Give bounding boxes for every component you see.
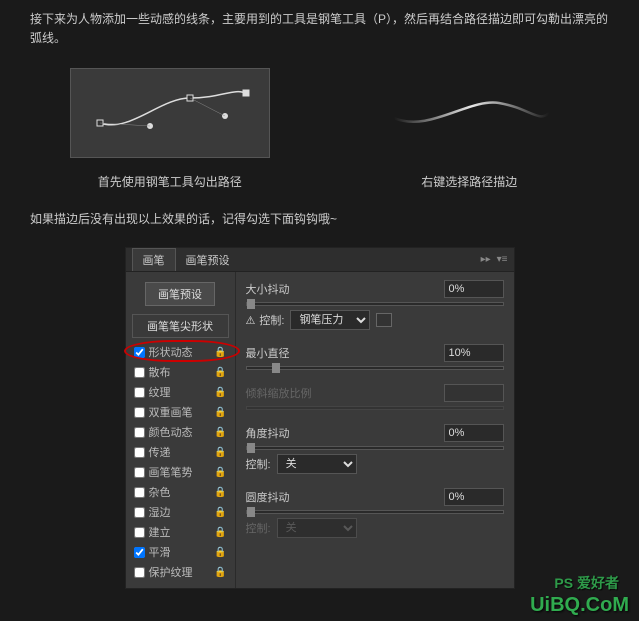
lock-icon[interactable]: 🔒 <box>214 447 226 458</box>
brush-option-label: 颜色动态 <box>149 424 193 440</box>
lock-icon[interactable]: 🔒 <box>214 527 226 538</box>
brush-option-row[interactable]: 纹理 🔒 <box>132 382 229 402</box>
collapse-icon[interactable]: ▸▸ <box>481 254 491 265</box>
lock-icon[interactable]: 🔒 <box>214 467 226 478</box>
size-jitter-slider[interactable] <box>246 302 504 306</box>
brush-option-checkbox[interactable] <box>134 467 145 478</box>
menu-icon[interactable]: ▾≡ <box>497 254 508 265</box>
panel-header: 画笔 画笔预设 ▸▸ ▾≡ <box>126 248 514 272</box>
demo-2-box <box>369 68 569 158</box>
tab-brush-preset[interactable]: 画笔预设 <box>176 249 240 271</box>
demo-1-box <box>70 68 270 158</box>
brush-option-row[interactable]: 传递 🔒 <box>132 442 229 462</box>
brush-tip-shape-button[interactable]: 画笔笔尖形状 <box>132 314 229 338</box>
control-dropdown[interactable]: 钢笔压力 <box>290 310 370 330</box>
angle-jitter-label: 角度抖动 <box>246 425 444 441</box>
intro-text: 接下来为人物添加一些动感的线条，主要用到的工具是钢笔工具（P），然后再结合路径描… <box>0 0 639 58</box>
brush-option-row[interactable]: 画笔笔势 🔒 <box>132 462 229 482</box>
brush-option-label: 湿边 <box>149 504 171 520</box>
angle-jitter-input[interactable] <box>444 424 504 442</box>
brush-option-row[interactable]: 双重画笔 🔒 <box>132 402 229 422</box>
brush-option-label: 散布 <box>149 364 171 380</box>
control2-label: 控制: <box>246 456 271 472</box>
pen-path-icon <box>80 78 260 148</box>
demo-1: 首先使用钢笔工具勾出路径 <box>70 68 270 190</box>
brush-option-checkbox[interactable] <box>134 567 145 578</box>
brush-option-checkbox[interactable] <box>134 367 145 378</box>
brush-option-row[interactable]: 杂色 🔒 <box>132 482 229 502</box>
brush-option-row[interactable]: 形状动态 🔒 <box>132 342 229 362</box>
control3-dropdown: 关 <box>277 518 357 538</box>
brush-option-label: 双重画笔 <box>149 404 193 420</box>
brush-option-checkbox[interactable] <box>134 347 145 358</box>
brush-option-checkbox[interactable] <box>134 507 145 518</box>
tilt-scale-input <box>444 384 504 402</box>
control-label: 控制: <box>259 312 284 328</box>
flip-icon[interactable] <box>376 313 392 327</box>
brush-option-checkbox[interactable] <box>134 407 145 418</box>
demo-1-caption: 首先使用钢笔工具勾出路径 <box>70 173 270 190</box>
watermark: UiBQ.CoM <box>530 594 629 617</box>
tilt-scale-label: 倾斜缩放比例 <box>246 385 444 401</box>
size-jitter-label: 大小抖动 <box>246 281 444 297</box>
watermark-small: PS 爱好者 <box>554 573 619 593</box>
brush-option-checkbox[interactable] <box>134 427 145 438</box>
preset-button[interactable]: 画笔预设 <box>145 282 215 306</box>
roundness-jitter-input[interactable] <box>444 488 504 506</box>
min-diameter-label: 最小直径 <box>246 345 444 361</box>
brush-option-row[interactable]: 湿边 🔒 <box>132 502 229 522</box>
brush-option-label: 传递 <box>149 444 171 460</box>
lock-icon[interactable]: 🔒 <box>214 367 226 378</box>
tab-brush[interactable]: 画笔 <box>132 248 176 271</box>
lock-icon[interactable]: 🔒 <box>214 547 226 558</box>
brush-option-row[interactable]: 颜色动态 🔒 <box>132 422 229 442</box>
lock-icon[interactable]: 🔒 <box>214 347 226 358</box>
brush-controls: 大小抖动 ⚠ 控制: 钢笔压力 最小直径 <box>236 272 514 588</box>
demo-row: 首先使用钢笔工具勾出路径 右键选择路径描边 <box>0 58 639 200</box>
note-text: 如果描边后没有出现以上效果的话，记得勾选下面钩钩哦~ <box>0 200 639 237</box>
lock-icon[interactable]: 🔒 <box>214 427 226 438</box>
brush-sidebar: 画笔预设 画笔笔尖形状 形状动态🔒散布🔒纹理🔒双重画笔🔒颜色动态🔒传递🔒画笔笔势… <box>126 272 236 588</box>
brush-option-label: 建立 <box>149 524 171 540</box>
brush-option-label: 画笔笔势 <box>149 464 193 480</box>
min-diameter-slider[interactable] <box>246 366 504 370</box>
angle-jitter-slider[interactable] <box>246 446 504 450</box>
size-jitter-input[interactable] <box>444 280 504 298</box>
brush-option-label: 平滑 <box>149 544 171 560</box>
brush-option-label: 杂色 <box>149 484 171 500</box>
demo-2: 右键选择路径描边 <box>369 68 569 190</box>
control2-dropdown[interactable]: 关 <box>277 454 357 474</box>
lock-icon[interactable]: 🔒 <box>214 567 226 578</box>
lock-icon[interactable]: 🔒 <box>214 487 226 498</box>
warning-icon: ⚠ <box>246 314 256 327</box>
brush-panel: 画笔 画笔预设 ▸▸ ▾≡ 画笔预设 画笔笔尖形状 形状动态🔒散布🔒纹理🔒双重画… <box>125 247 515 589</box>
brush-option-checkbox[interactable] <box>134 487 145 498</box>
lock-icon[interactable]: 🔒 <box>214 507 226 518</box>
brush-option-checkbox[interactable] <box>134 547 145 558</box>
brush-option-checkbox[interactable] <box>134 447 145 458</box>
brush-option-checkbox[interactable] <box>134 387 145 398</box>
brush-option-row[interactable]: 建立 🔒 <box>132 522 229 542</box>
brush-option-label: 纹理 <box>149 384 171 400</box>
control3-label: 控制: <box>246 520 271 536</box>
brush-option-row[interactable]: 散布 🔒 <box>132 362 229 382</box>
brush-option-label: 保护纹理 <box>149 564 193 580</box>
demo-2-caption: 右键选择路径描边 <box>369 173 569 190</box>
tilt-scale-slider <box>246 406 504 410</box>
roundness-jitter-label: 圆度抖动 <box>246 489 444 505</box>
roundness-jitter-slider[interactable] <box>246 510 504 514</box>
brush-option-checkbox[interactable] <box>134 527 145 538</box>
min-diameter-input[interactable] <box>444 344 504 362</box>
lock-icon[interactable]: 🔒 <box>214 387 226 398</box>
stroke-path-icon <box>379 78 559 148</box>
brush-option-row[interactable]: 平滑 🔒 <box>132 542 229 562</box>
lock-icon[interactable]: 🔒 <box>214 407 226 418</box>
brush-option-row[interactable]: 保护纹理 🔒 <box>132 562 229 582</box>
brush-option-label: 形状动态 <box>149 344 193 360</box>
